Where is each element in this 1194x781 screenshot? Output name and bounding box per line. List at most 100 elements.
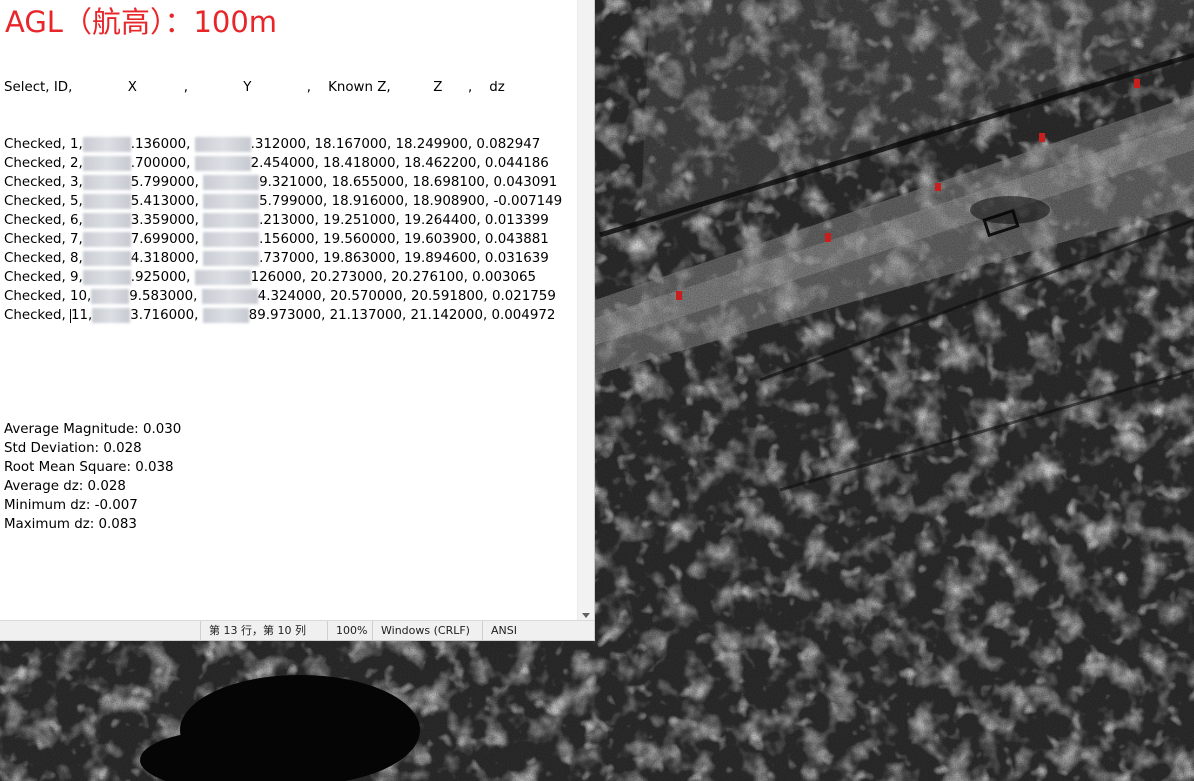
summary-line: Minimum dz: -0.007 [4,498,138,513]
header-cell-6: Known Z, [311,80,391,95]
status-bar: 第 13 行，第 10 列 100% Windows (CRLF) ANSI [0,620,594,640]
row-dz: 0.044186 [484,156,549,171]
row-known-z: 18.916000, [331,194,413,209]
row-dz: 0.031639 [484,251,549,266]
row-x: .136000, [130,137,195,152]
redacted-value [82,251,131,266]
row-known-z: 19.251000, [323,213,404,228]
row-y: 5.799000, [259,194,332,209]
row-x: 7.699000, [130,232,204,247]
redacted-value [203,213,260,228]
summary-line: Std Deviation: 0.028 [4,441,142,456]
row-z: 18.462200, [403,156,485,171]
report-row: Checked, 6, 3.359000, .213000, 19.251000,… [4,211,576,230]
row-id: 8, [69,251,83,266]
redacted-value [82,156,131,171]
row-z: 20.591800, [411,289,492,304]
row-id: 10, [69,289,92,304]
report-row: Checked, 3, 5.799000, 9.321000, 18.655000… [4,173,576,192]
row-dz: 0.043091 [493,175,558,190]
redacted-value [203,194,260,209]
report-row: Checked, 10, 9.583000, 4.324000, 20.57000… [4,287,576,306]
row-select: Checked, [4,308,70,323]
report-row: Checked, 9, .925000, 126000, 20.273000, 2… [4,268,576,287]
row-select: Checked, [4,270,70,285]
row-y: 4.324000, [257,289,331,304]
redacted-value [82,270,131,285]
row-y: 9.321000, [259,175,332,190]
redacted-value [92,308,131,323]
row-y: .737000, [259,251,324,266]
row-select: Checked, [4,289,70,304]
row-known-z: 19.863000, [323,251,404,266]
summary-line: Average Magnitude: 0.030 [4,422,182,437]
row-id: 3, [69,175,83,190]
redacted-value [82,137,131,152]
vertical-scrollbar[interactable] [577,0,594,621]
redacted-value [82,232,131,247]
row-y: 126000, [250,270,311,285]
row-dz: 0.003065 [472,270,537,285]
row-dz: 0.013399 [484,213,549,228]
header-cell-0: Select, [4,80,50,95]
redacted-value [91,289,130,304]
row-id: 9, [69,270,83,285]
row-id: 1, [69,137,83,152]
row-x: 9.583000, [129,289,202,304]
encoding: ANSI [482,621,594,640]
row-y: 89.973000, [248,308,330,323]
scroll-down-arrow-icon[interactable] [582,613,590,618]
row-known-z: 20.570000, [330,289,412,304]
row-x: .925000, [130,270,195,285]
redacted-value [203,175,260,190]
row-known-z: 18.418000, [323,156,404,171]
cursor-position: 第 13 行，第 10 列 [200,621,327,640]
row-dz: 0.021759 [491,289,556,304]
row-x: 4.318000, [130,251,204,266]
row-z: 21.142000, [410,308,492,323]
row-x: 5.413000, [130,194,204,209]
redacted-value [203,251,260,266]
row-x: 3.359000, [130,213,204,228]
notepad-window: AGL（航高）：100m Select, ID, X , Y , Known Z… [0,0,595,641]
row-id: 2, [69,156,83,171]
row-z: 18.249900, [395,137,477,152]
text-editor-area[interactable]: Select, ID, X , Y , Known Z, Z , dz Chec… [4,40,576,618]
row-id: 6, [69,213,83,228]
row-x: .700000, [130,156,195,171]
redacted-value [201,289,258,304]
redacted-value [203,232,260,247]
row-z: 19.603900, [403,232,485,247]
redacted-value [82,194,131,209]
redacted-value [194,270,251,285]
header-cell-4: Y [187,80,252,95]
row-z: 19.894600, [403,251,485,266]
row-x: 3.716000, [130,308,203,323]
report-row: Checked, 2, .700000, 2.454000, 18.418000,… [4,154,576,173]
redacted-value [202,308,249,323]
report-header-line: Select, ID, X , Y , Known Z, Z , dz [4,78,576,97]
row-known-z: 20.273000, [310,270,392,285]
redacted-value [194,156,251,171]
report-row: Checked, 8, 4.318000, .737000, 19.863000,… [4,249,576,268]
row-z: 18.908900, [412,194,494,209]
row-id: 11, [70,308,93,323]
report-row: Checked, 7, 7.699000, .156000, 19.560000,… [4,230,576,249]
header-cell-8: , [442,80,473,95]
row-id: 5, [69,194,83,209]
redacted-value [82,175,131,190]
header-cell-5: , [251,80,312,95]
redacted-value [194,137,251,152]
row-select: Checked, [4,251,70,266]
row-id: 7, [69,232,83,247]
report-row: Checked, 1, .136000, .312000, 18.167000, … [4,135,576,154]
header-cell-9: dz [472,80,505,95]
row-known-z: 21.137000, [329,308,411,323]
row-dz: 0.004972 [491,308,556,323]
summary-line: Average dz: 0.028 [4,479,126,494]
header-cell-7: Z [390,80,443,95]
row-select: Checked, [4,194,70,209]
row-known-z: 19.560000, [323,232,404,247]
header-cell-2: X [72,80,137,95]
